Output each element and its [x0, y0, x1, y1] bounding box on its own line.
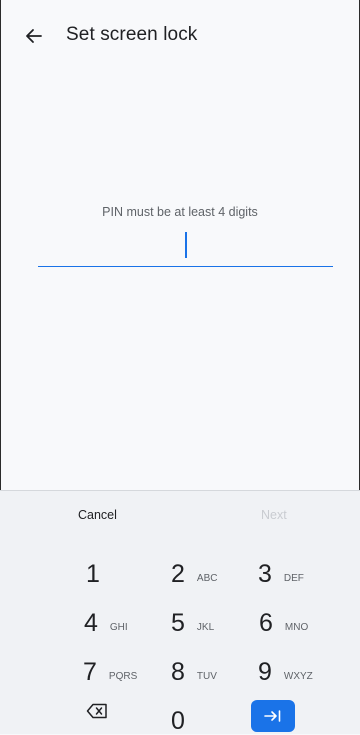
key-letters: ABC: [196, 573, 218, 584]
tab-enter-icon: [264, 710, 281, 722]
keyboard-action-row: Cancel Next: [0, 491, 360, 537]
page-title: Set screen lock: [66, 24, 198, 45]
key-7[interactable]: 7 PQRS: [83, 647, 137, 685]
key-digit: 8: [171, 658, 185, 686]
key-letters: DEF: [283, 573, 304, 584]
key-letters: GHI: [109, 622, 128, 633]
key-2[interactable]: 2 ABC: [171, 549, 217, 587]
backspace-icon: [86, 703, 107, 719]
key-digit: 6: [259, 609, 273, 637]
key-digit: 0: [171, 707, 185, 735]
key-letters: PQRS: [108, 671, 138, 682]
pin-hint-text: PIN must be at least 4 digits: [102, 205, 258, 219]
key-digit: 5: [171, 609, 185, 637]
key-3[interactable]: 3 DEF: [258, 549, 304, 587]
pin-input-field[interactable]: [38, 228, 333, 268]
key-digit: 3: [258, 560, 272, 588]
numeric-keyboard: Cancel Next 1 2 ABC 3 DEF 4 GHI 5 JKL 6 …: [0, 490, 360, 734]
key-digit: 1: [86, 560, 100, 588]
key-digit: 2: [171, 560, 185, 588]
backspace-button[interactable]: [86, 703, 108, 719]
enter-button[interactable]: [251, 700, 295, 732]
key-0[interactable]: 0: [171, 696, 185, 734]
arrow-left-icon: [26, 29, 42, 43]
input-underline: [38, 266, 333, 267]
text-caret: [185, 232, 187, 258]
key-digit: 4: [84, 609, 98, 637]
key-6[interactable]: 6 MNO: [259, 598, 308, 636]
key-letters: JKL: [196, 622, 215, 633]
key-letters: TUV: [196, 671, 217, 682]
key-8[interactable]: 8 TUV: [171, 647, 217, 685]
cancel-button[interactable]: Cancel: [78, 508, 117, 522]
key-letters: WXYZ: [283, 671, 313, 682]
key-1[interactable]: 1: [86, 549, 100, 587]
key-digit: 7: [83, 658, 97, 686]
key-5[interactable]: 5 JKL: [171, 598, 214, 636]
back-button[interactable]: [18, 20, 50, 52]
key-9[interactable]: 9 WXYZ: [258, 647, 313, 685]
key-4[interactable]: 4 GHI: [84, 598, 128, 636]
top-app-bar: Set screen lock: [0, 0, 360, 70]
key-digit: 9: [258, 658, 272, 686]
next-button[interactable]: Next: [261, 508, 287, 522]
key-letters: MNO: [284, 622, 309, 633]
